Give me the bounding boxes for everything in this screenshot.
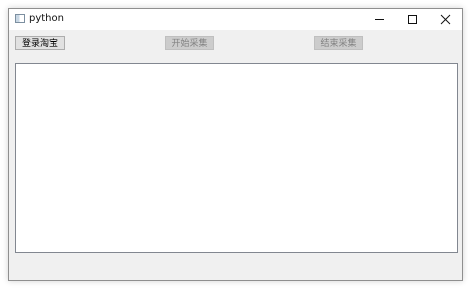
- maximize-button[interactable]: [396, 9, 429, 30]
- title-bar[interactable]: python: [9, 9, 462, 30]
- stop-collect-button[interactable]: 结束采集: [314, 36, 363, 50]
- login-taobao-button[interactable]: 登录淘宝: [15, 36, 65, 50]
- close-icon: [440, 14, 451, 25]
- start-collect-button[interactable]: 开始采集: [165, 36, 214, 50]
- minimize-button[interactable]: [363, 9, 396, 30]
- app-icon: [15, 14, 25, 23]
- minimize-icon: [375, 19, 384, 20]
- main-panel: 登录淘宝 开始采集 结束采集: [9, 30, 462, 280]
- app-window: python 登录淘宝 开始采集 结束采集: [8, 8, 463, 281]
- window-title: python: [29, 13, 64, 24]
- maximize-icon: [408, 15, 417, 24]
- close-button[interactable]: [429, 9, 462, 30]
- output-text-area[interactable]: [15, 63, 458, 253]
